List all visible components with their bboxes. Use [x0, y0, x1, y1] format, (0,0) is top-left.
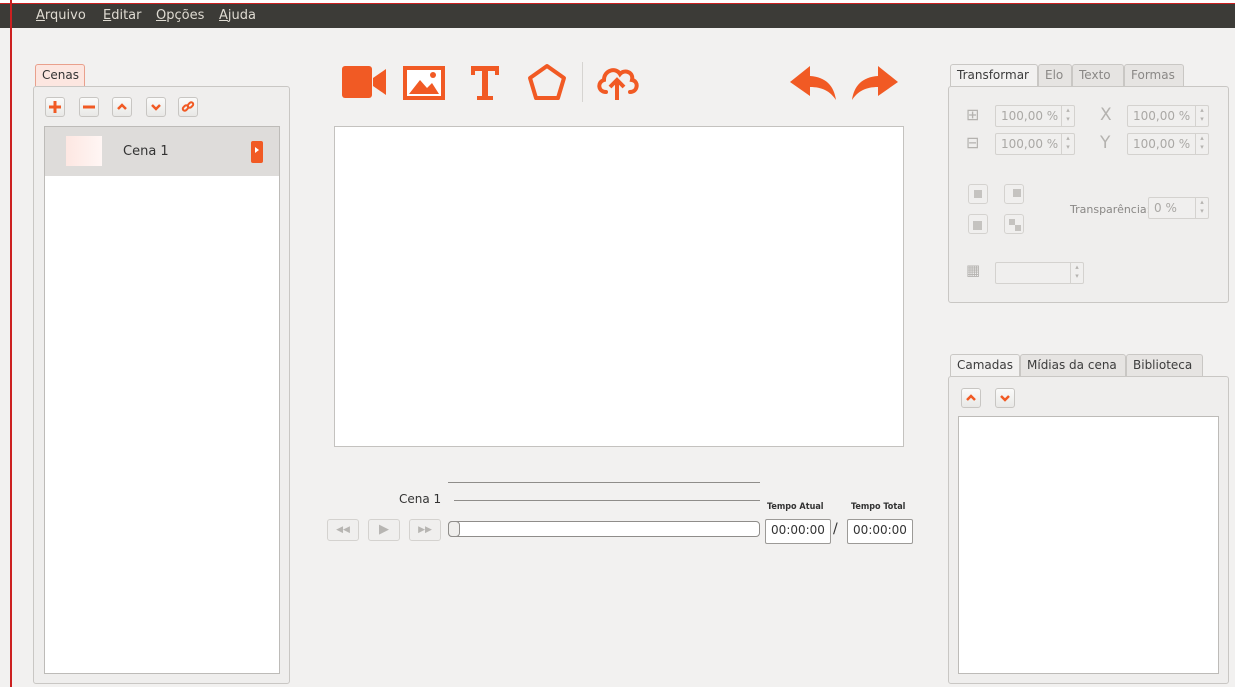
tab-midias-da-cena[interactable]: Mídias da cena [1020, 354, 1126, 376]
move-scene-up-button[interactable] [112, 97, 132, 117]
effect-select[interactable]: ▴ ▾ [995, 262, 1084, 284]
send-backward-button[interactable] [1004, 184, 1024, 204]
tab-camadas[interactable]: Camadas [950, 354, 1020, 376]
add-image-button[interactable] [401, 60, 447, 104]
layer-up-button[interactable] [961, 388, 981, 408]
add-scene-button[interactable] [45, 97, 65, 117]
scene-track-line [454, 500, 760, 501]
frame-border-left [10, 0, 12, 687]
y-scale-field[interactable]: 100,00 % ▴ ▾ [1127, 133, 1209, 155]
current-time-field[interactable]: 00:00:00 [765, 519, 831, 544]
tab-transformar[interactable]: Transformar [950, 64, 1038, 86]
tab-elo[interactable]: Elo [1038, 64, 1072, 86]
scene-name: Cena 1 [123, 144, 169, 159]
layers-list[interactable] [958, 416, 1219, 674]
bring-to-front-button[interactable] [968, 214, 988, 234]
move-up-icon [117, 103, 127, 110]
upload-icon [597, 68, 639, 100]
menu-arquivo[interactable]: Arquivo [36, 8, 86, 23]
add-icon [49, 101, 61, 113]
play-button[interactable]: ▶ [368, 519, 400, 541]
height-scale-field[interactable]: 100,00 % ▴ ▾ [995, 133, 1075, 155]
y-scale-icon: Y [1100, 133, 1111, 153]
add-text-button[interactable] [467, 60, 503, 104]
x-scale-field[interactable]: 100,00 % ▴ ▾ [1127, 105, 1209, 127]
redo-icon [852, 66, 898, 100]
move-scene-down-button[interactable] [146, 97, 166, 117]
remove-scene-button[interactable] [79, 97, 99, 117]
fast-forward-icon: ▶▶ [418, 525, 432, 535]
transparency-field[interactable]: 0 % ▴ ▾ [1148, 197, 1209, 219]
menubar: Arquivo Editar Opções Ajuda [0, 4, 1235, 28]
width-scale-field[interactable]: 100,00 % ▴ ▾ [995, 105, 1075, 127]
total-time-label: Tempo Total [851, 502, 906, 512]
send-to-back-button[interactable] [1004, 214, 1024, 234]
tab-formas[interactable]: Formas [1124, 64, 1184, 86]
move-down-icon [151, 104, 161, 111]
tab-texto[interactable]: Texto [1072, 64, 1124, 86]
upload-button[interactable] [594, 60, 640, 104]
frame-border-top [0, 3, 1235, 4]
fast-forward-button[interactable]: ▶▶ [409, 519, 441, 541]
canvas-stage[interactable] [334, 126, 904, 447]
play-icon: ▶ [379, 522, 389, 537]
redo-button[interactable] [850, 60, 900, 104]
total-time-field[interactable]: 00:00:00 [847, 519, 913, 544]
tab-cenas[interactable]: Cenas [35, 64, 85, 86]
width-scale-icon: ⊞ [966, 105, 980, 124]
undo-icon [790, 66, 836, 100]
video-icon [342, 66, 386, 98]
transparency-label: Transparência: [1070, 203, 1151, 216]
image-icon [403, 66, 445, 100]
x-scale-icon: X [1100, 105, 1112, 125]
menu-opcoes[interactable]: Opções [156, 8, 204, 23]
bring-forward-button[interactable] [968, 184, 988, 204]
player-scene-label: Cena 1 [399, 492, 442, 506]
shape-icon [528, 64, 566, 100]
slider-handle[interactable] [448, 521, 460, 537]
scene-list[interactable]: Cena 1 [44, 126, 280, 674]
calendar-icon: ▦ [966, 261, 981, 279]
rewind-button[interactable]: ◀◀ [327, 519, 359, 541]
height-scale-icon: ⊟ [966, 133, 980, 152]
menu-ajuda[interactable]: Ajuda [219, 8, 256, 23]
time-separator: / [833, 521, 838, 537]
rewind-icon: ◀◀ [336, 525, 350, 535]
move-down-icon [1000, 395, 1010, 402]
timeline-slider[interactable] [448, 521, 760, 537]
scene-item[interactable]: Cena 1 [45, 127, 279, 176]
scene-thumbnail [66, 136, 102, 166]
current-time-label: Tempo Atual [767, 502, 824, 512]
move-up-icon [966, 394, 976, 401]
text-icon [471, 66, 499, 100]
scene-expand-icon[interactable] [251, 141, 263, 163]
undo-button[interactable] [788, 60, 838, 104]
timeline-line [448, 482, 760, 483]
add-video-button[interactable] [340, 60, 388, 104]
menu-editar[interactable]: Editar [103, 8, 142, 23]
link-icon [181, 101, 195, 112]
toolbar-separator [582, 62, 583, 102]
layer-down-button[interactable] [995, 388, 1015, 408]
add-shape-button[interactable] [525, 60, 569, 104]
remove-icon [83, 105, 95, 109]
link-scene-button[interactable] [178, 97, 198, 117]
tab-biblioteca[interactable]: Biblioteca [1126, 354, 1203, 376]
